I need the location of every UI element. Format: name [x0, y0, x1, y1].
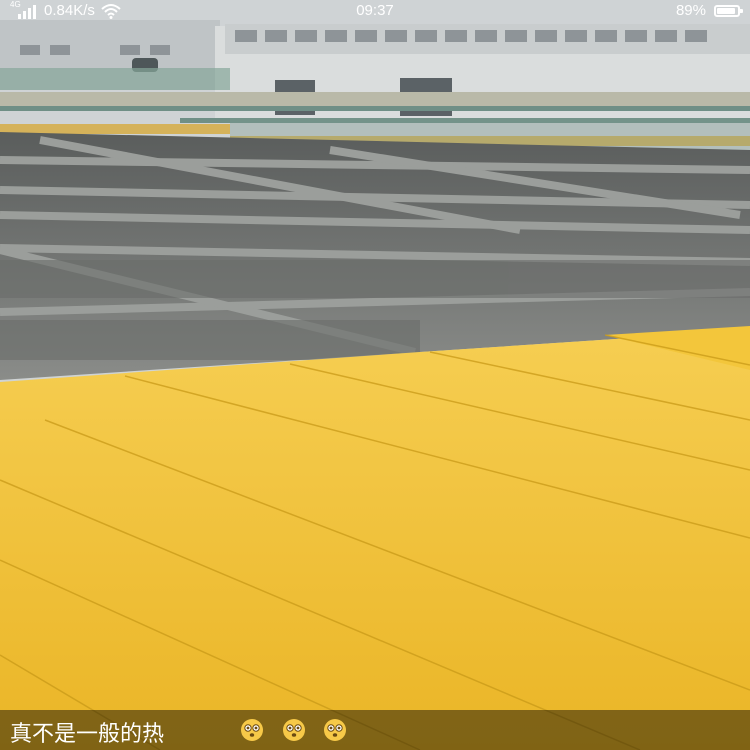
dizzy-face-emoji-icon	[283, 719, 305, 741]
yellow-panels	[0, 326, 750, 750]
caption-text: 真不是一般的热	[10, 722, 165, 747]
dizzy-face-emoji-icon	[324, 719, 346, 741]
dizzy-face-emoji-icon	[241, 719, 263, 741]
caption-bar: 真不是一般的热	[0, 710, 750, 750]
battery-icon	[714, 4, 743, 17]
status-bar: 4G 0.84K/s 09:37 89%	[0, 0, 750, 24]
photo-scene	[0, 0, 750, 750]
clock: 09:37	[356, 2, 394, 19]
battery-percent: 89%	[675, 2, 706, 19]
